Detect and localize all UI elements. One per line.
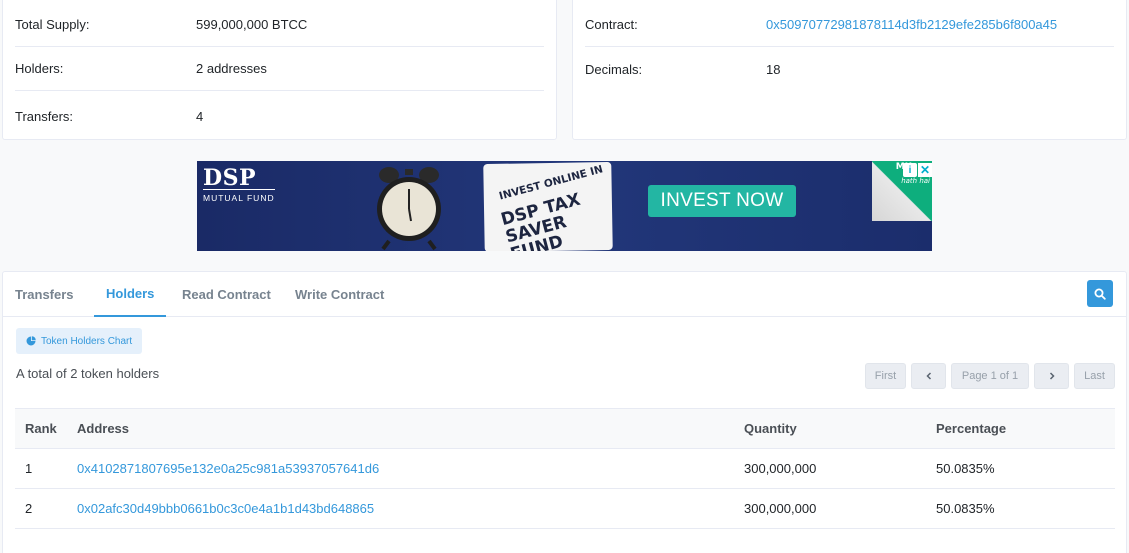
holders-value: 2 addresses: [196, 61, 267, 76]
address-cell: 0x02afc30d49bbb0661b0c3c0e4a1b1d43bd6488…: [77, 488, 744, 529]
table-row: 1 0x4102871807695e132e0a25c981a539370576…: [15, 448, 1115, 489]
token-holders-chart-button[interactable]: Token Holders Chart: [16, 328, 143, 354]
contract-row: Contract: 0x50970772981878114d3fb2129efe…: [585, 3, 1114, 47]
address-header: Address: [77, 421, 130, 436]
search-icon: [1094, 288, 1106, 300]
ad-close-icon[interactable]: ✕: [918, 163, 932, 177]
ad-corner-text: hath hai: [901, 177, 930, 185]
rank-header: Rank: [25, 421, 57, 436]
total-supply-label: Total Supply:: [15, 17, 90, 32]
table-row: 2 0x02afc30d49bbb0661b0c3c0e4a1b1d43bd64…: [15, 488, 1115, 529]
ad-brand-divider: [203, 189, 275, 190]
decimals-row: Decimals: 18: [585, 47, 1114, 91]
total-supply-row: Total Supply: 599,000,000 BTCC: [15, 3, 544, 47]
percentage-cell: 50.0835%: [936, 488, 1115, 529]
pagination-next-button[interactable]: [1034, 363, 1069, 389]
tab-holders[interactable]: Holders: [94, 272, 167, 317]
pagination-last-button[interactable]: Last: [1074, 363, 1115, 389]
table-header-row: Rank Address Quantity Percentage: [15, 408, 1115, 449]
tab-transfers[interactable]: Transfers: [15, 272, 74, 317]
rank-cell: 1: [15, 448, 77, 489]
transfers-label: Transfers:: [15, 108, 74, 124]
holders-table: Rank Address Quantity Percentage 1 0x410…: [15, 408, 1115, 529]
holder-address-link[interactable]: 0x02afc30d49bbb0661b0c3c0e4a1b1d43bd6488…: [77, 501, 374, 516]
token-holders-chart-label: Token Holders Chart: [41, 335, 133, 347]
ad-brand-logo: DSP: [203, 165, 257, 191]
token-overview-card: Total Supply: 599,000,000 BTCC Holders: …: [2, 0, 557, 140]
contract-address-link[interactable]: 0x50970772981878114d3fb2129efe285b6f800a…: [766, 17, 1057, 32]
ad-fund-card: INVEST ONLINE IN DSP TAX SAVER FUND: [483, 161, 613, 251]
pie-chart-icon: [26, 336, 36, 346]
decimals-label: Decimals:: [585, 61, 643, 77]
total-holders-text: A total of 2 token holders: [16, 366, 160, 381]
holder-address-link[interactable]: 0x4102871807695e132e0a25c981a53937057641…: [77, 461, 379, 476]
alarm-clock-icon: [377, 167, 441, 251]
pagination-prev-button[interactable]: [911, 363, 946, 389]
token-tabs-panel: Transfers Holders Read Contract Write Co…: [2, 271, 1127, 553]
search-button[interactable]: [1087, 280, 1113, 307]
ad-info-icon[interactable]: i: [903, 163, 917, 177]
ad-banner[interactable]: DSP MUTUAL FUND INVEST ONLINE IN DSP TAX…: [197, 161, 932, 251]
transfers-row: Transfers: 4: [15, 94, 544, 138]
transfers-value: 4: [196, 108, 204, 124]
ad-brand-subtitle: MUTUAL FUND: [203, 193, 275, 203]
quantity-cell: 300,000,000: [744, 488, 936, 529]
holders-label: Holders:: [15, 61, 64, 76]
address-cell: 0x4102871807695e132e0a25c981a53937057641…: [77, 448, 744, 489]
tab-read-contract[interactable]: Read Contract: [182, 272, 271, 317]
ad-invest-now-button[interactable]: INVEST NOW: [648, 185, 796, 217]
rank-cell: 2: [15, 488, 77, 529]
percentage-header: Percentage: [936, 421, 1007, 436]
pagination-page-info: Page 1 of 1: [951, 363, 1029, 389]
decimals-value: 18: [766, 61, 781, 77]
total-supply-value: 599,000,000 BTCC: [196, 17, 308, 32]
tab-write-contract[interactable]: Write Contract: [295, 272, 384, 317]
chevron-right-icon: [1049, 372, 1055, 380]
tab-bar: Transfers Holders Read Contract Write Co…: [3, 272, 1126, 317]
holders-row: Holders: 2 addresses: [15, 47, 544, 91]
quantity-cell: 300,000,000: [744, 448, 936, 489]
quantity-header: Quantity: [744, 421, 797, 436]
token-summary-card: Contract: 0x50970772981878114d3fb2129efe…: [572, 0, 1127, 140]
contract-label: Contract:: [585, 17, 638, 32]
chevron-left-icon: [925, 372, 931, 380]
pagination-first-button[interactable]: First: [865, 363, 906, 389]
percentage-cell: 50.0835%: [936, 448, 1115, 489]
